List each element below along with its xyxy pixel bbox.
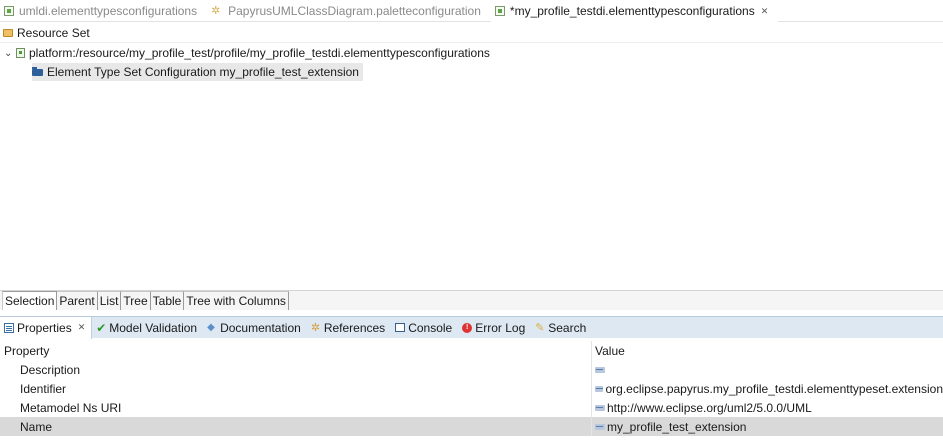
resource-set-label: Resource Set [17, 25, 90, 40]
resource-set-header: Resource Set [0, 23, 943, 43]
text-value-icon [595, 423, 605, 430]
property-table: Property Value Description Identifier or… [0, 339, 943, 441]
view-tab-bar: Properties ✕ ✔ Model Validation ◆ Docume… [0, 316, 943, 339]
property-value[interactable] [591, 360, 943, 379]
check-icon: ✔ [96, 320, 107, 335]
tab-table[interactable]: Table [150, 291, 185, 310]
table-row[interactable]: Description [0, 360, 943, 379]
tab-label: Console [408, 320, 453, 335]
chevron-down-icon[interactable]: ⌄ [4, 48, 16, 59]
error-log-icon: ! [462, 322, 473, 333]
column-header-property[interactable]: Property [0, 341, 591, 360]
tab-documentation[interactable]: ◆ Documentation [203, 317, 307, 339]
tree-child-label: Element Type Set Configuration my_profil… [47, 65, 359, 79]
text-value-icon [595, 366, 605, 373]
tab-label: Properties [17, 320, 72, 335]
editor-tab-palette[interactable]: ✲ PapyrusUMLClassDiagram.paletteconfigur… [207, 0, 491, 22]
property-value[interactable]: http://www.eclipse.org/uml2/5.0.0/UML [591, 398, 943, 417]
tab-tree[interactable]: Tree [121, 291, 151, 310]
tab-selection[interactable]: Selection [2, 291, 58, 310]
property-value-text: org.eclipse.papyrus.my_profile_testdi.el… [605, 381, 943, 396]
console-icon [395, 323, 406, 332]
references-icon: ✲ [310, 321, 321, 334]
tab-list[interactable]: List [97, 291, 122, 310]
property-value[interactable]: org.eclipse.papyrus.my_profile_testdi.el… [591, 379, 943, 398]
editor-tab-label: PapyrusUMLClassDiagram.paletteconfigurat… [228, 4, 481, 18]
property-value[interactable]: my_profile_test_extension [591, 417, 943, 436]
model-file-icon [494, 6, 505, 16]
column-header-value[interactable]: Value [591, 341, 943, 360]
table-row[interactable]: Identifier org.eclipse.papyrus.my_profil… [0, 379, 943, 398]
property-name: Identifier [20, 381, 67, 396]
properties-icon [4, 322, 14, 333]
tab-error-log[interactable]: ! Error Log [458, 317, 531, 339]
model-tree: ⌄ platform:/resource/my_profile_test/pro… [0, 44, 943, 289]
documentation-icon: ◆ [207, 321, 215, 333]
property-value-text: my_profile_test_extension [607, 419, 747, 434]
editor-tab-umldi[interactable]: umldi.elementtypesconfigurations [0, 0, 207, 22]
tab-search[interactable]: ✎ Search [531, 317, 592, 339]
text-value-icon [595, 404, 605, 411]
model-file-icon [16, 48, 25, 58]
property-name: Name [20, 419, 53, 434]
model-file-icon [4, 6, 14, 16]
tab-tree-with-columns[interactable]: Tree with Columns [184, 291, 289, 310]
tab-model-validation[interactable]: ✔ Model Validation [92, 317, 203, 339]
editor-tab-my-profile[interactable]: *my_profile_testdi.elementtypesconfigura… [490, 0, 779, 22]
tab-properties[interactable]: Properties ✕ [0, 316, 93, 339]
folder-icon [3, 28, 13, 37]
tab-label: Search [548, 320, 587, 335]
close-icon[interactable]: ✕ [761, 6, 769, 17]
close-icon[interactable]: ✕ [78, 322, 86, 333]
tab-label: Model Validation [109, 320, 198, 335]
tab-label: References [323, 320, 386, 335]
tree-root-row[interactable]: ⌄ platform:/resource/my_profile_test/pro… [0, 44, 490, 62]
property-name: Metamodel Ns URI [20, 400, 122, 415]
tab-label: Error Log [475, 320, 526, 335]
text-value-icon [595, 385, 604, 392]
table-row[interactable]: Metamodel Ns URI http://www.eclipse.org/… [0, 398, 943, 417]
tree-root-label: platform:/resource/my_profile_test/profi… [29, 46, 490, 60]
property-value-text: http://www.eclipse.org/uml2/5.0.0/UML [607, 400, 812, 415]
tab-references[interactable]: ✲ References [307, 317, 391, 339]
search-icon: ✎ [535, 321, 545, 334]
editor-tab-label: *my_profile_testdi.elementtypesconfigura… [509, 4, 755, 18]
palette-gear-icon: ✲ [211, 5, 221, 17]
tree-child-row[interactable]: Element Type Set Configuration my_profil… [32, 63, 363, 81]
selection-tab-bar: Selection Parent List Tree Table Tree wi… [0, 290, 943, 310]
property-name: Description [20, 362, 81, 377]
tab-label: Documentation [220, 320, 301, 335]
table-header-row: Property Value [0, 341, 943, 360]
tab-console[interactable]: Console [391, 317, 458, 339]
element-type-set-icon [32, 66, 43, 76]
tab-parent[interactable]: Parent [57, 291, 98, 310]
editor-tab-label: umldi.elementtypesconfigurations [19, 4, 198, 18]
table-row[interactable]: Name my_profile_test_extension [0, 417, 943, 436]
editor-tab-bar: umldi.elementtypesconfigurations ✲ Papyr… [0, 0, 943, 22]
